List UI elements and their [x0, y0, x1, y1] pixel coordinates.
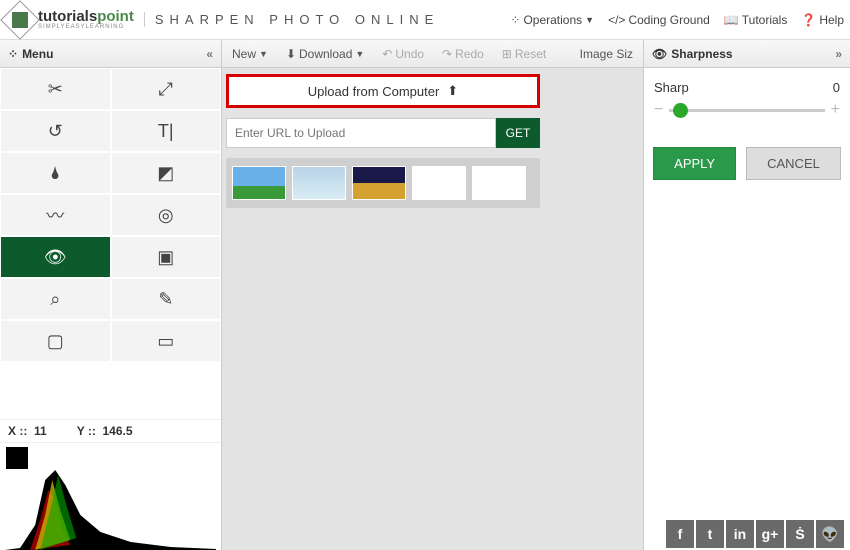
- sample-thumb[interactable]: [352, 166, 406, 200]
- logo-mark: [0, 0, 40, 39]
- nav-help[interactable]: ❓Help: [801, 13, 844, 27]
- cancel-button[interactable]: CANCEL: [746, 147, 841, 180]
- crop-icon[interactable]: ✂: [0, 68, 111, 110]
- y-value: 146.5: [103, 424, 133, 438]
- target-icon[interactable]: ◎: [111, 194, 222, 236]
- sharp-slider[interactable]: [669, 109, 824, 112]
- chevron-down-icon: ▼: [259, 49, 268, 59]
- nav-operations[interactable]: ⁘Operations▼: [510, 13, 594, 27]
- menu-icon: ⁘: [8, 47, 18, 61]
- levels-icon[interactable]: ◩: [111, 152, 222, 194]
- redo-button[interactable]: ↷Redo: [442, 47, 484, 61]
- reddit-icon[interactable]: 👽: [816, 520, 844, 548]
- collapse-left-icon[interactable]: «: [206, 47, 213, 61]
- download-icon: ⬇: [286, 47, 296, 61]
- sharpness-header: 👁 Sharpness »: [644, 40, 850, 67]
- twitter-icon[interactable]: t: [696, 520, 724, 548]
- reset-icon: ⊞: [502, 47, 512, 61]
- sharp-value: 0: [833, 80, 840, 95]
- undo-button[interactable]: ↶Undo: [382, 47, 424, 61]
- stumble-icon[interactable]: Ṡ: [786, 520, 814, 548]
- eye-icon: 👁: [652, 47, 667, 61]
- page-title: SHARPEN PHOTO ONLINE: [144, 12, 439, 27]
- upload-icon: ⬆: [447, 83, 458, 99]
- brand-main: tutorials: [38, 8, 97, 25]
- undo-icon: ↶: [382, 47, 392, 61]
- redo-icon: ↷: [442, 47, 452, 61]
- x-label: X ::: [8, 424, 27, 438]
- eye-icon[interactable]: 👁: [0, 236, 111, 278]
- book-icon: 📖: [724, 13, 739, 27]
- menu-header[interactable]: ⁘ Menu «: [0, 40, 222, 67]
- apply-button[interactable]: APPLY: [653, 147, 736, 180]
- sample-thumb[interactable]: [232, 166, 286, 200]
- frame-icon[interactable]: ▭: [111, 320, 222, 362]
- sharp-label: Sharp: [654, 80, 689, 95]
- wave-icon[interactable]: 〰: [0, 194, 111, 236]
- linkedin-icon[interactable]: in: [726, 520, 754, 548]
- help-icon: ❓: [801, 13, 816, 27]
- chevron-down-icon: ▼: [355, 49, 364, 59]
- download-button[interactable]: ⬇Download▼: [286, 47, 364, 61]
- image-size-label: Image Siz: [580, 47, 633, 61]
- fullscreen-icon[interactable]: ⤢: [111, 68, 222, 110]
- image-icon[interactable]: ▣: [111, 236, 222, 278]
- bounds-icon[interactable]: ▢: [0, 320, 111, 362]
- sample-thumb[interactable]: [292, 166, 346, 200]
- upload-from-computer-button[interactable]: Upload from Computer ⬆: [226, 74, 540, 108]
- histogram: [0, 442, 221, 550]
- x-value: 11: [34, 424, 47, 438]
- node-icon: ⁘: [510, 13, 520, 27]
- brush-icon[interactable]: ✎: [111, 278, 222, 320]
- sample-thumb[interactable]: [472, 166, 526, 200]
- reset-button[interactable]: ⊞Reset: [502, 47, 546, 61]
- code-icon: </>: [608, 13, 625, 27]
- y-label: Y ::: [77, 424, 96, 438]
- slider-thumb[interactable]: [673, 103, 688, 118]
- get-button[interactable]: GET: [496, 118, 540, 148]
- brand-sub: SIMPLYEASYLEARNING: [38, 24, 134, 30]
- increase-button[interactable]: +: [831, 101, 840, 119]
- url-input[interactable]: [226, 118, 496, 148]
- drop-icon[interactable]: 🌢: [0, 152, 111, 194]
- sample-thumb[interactable]: [412, 166, 466, 200]
- text-icon[interactable]: T|: [111, 110, 222, 152]
- chevron-down-icon: ▼: [585, 15, 594, 25]
- nav-coding[interactable]: </>Coding Ground: [608, 13, 710, 27]
- logo[interactable]: tutorialspoint SIMPLYEASYLEARNING: [6, 6, 134, 34]
- brand-accent: point: [97, 8, 134, 25]
- nav-tutorials[interactable]: 📖Tutorials: [724, 13, 788, 27]
- sample-thumbnails: [226, 158, 540, 208]
- gplus-icon[interactable]: g+: [756, 520, 784, 548]
- new-button[interactable]: New▼: [232, 47, 268, 61]
- decrease-button[interactable]: −: [654, 101, 663, 119]
- collapse-right-icon[interactable]: »: [835, 47, 842, 61]
- facebook-icon[interactable]: f: [666, 520, 694, 548]
- search-icon[interactable]: ⌕: [0, 278, 111, 320]
- rotate-icon[interactable]: ↺: [0, 110, 111, 152]
